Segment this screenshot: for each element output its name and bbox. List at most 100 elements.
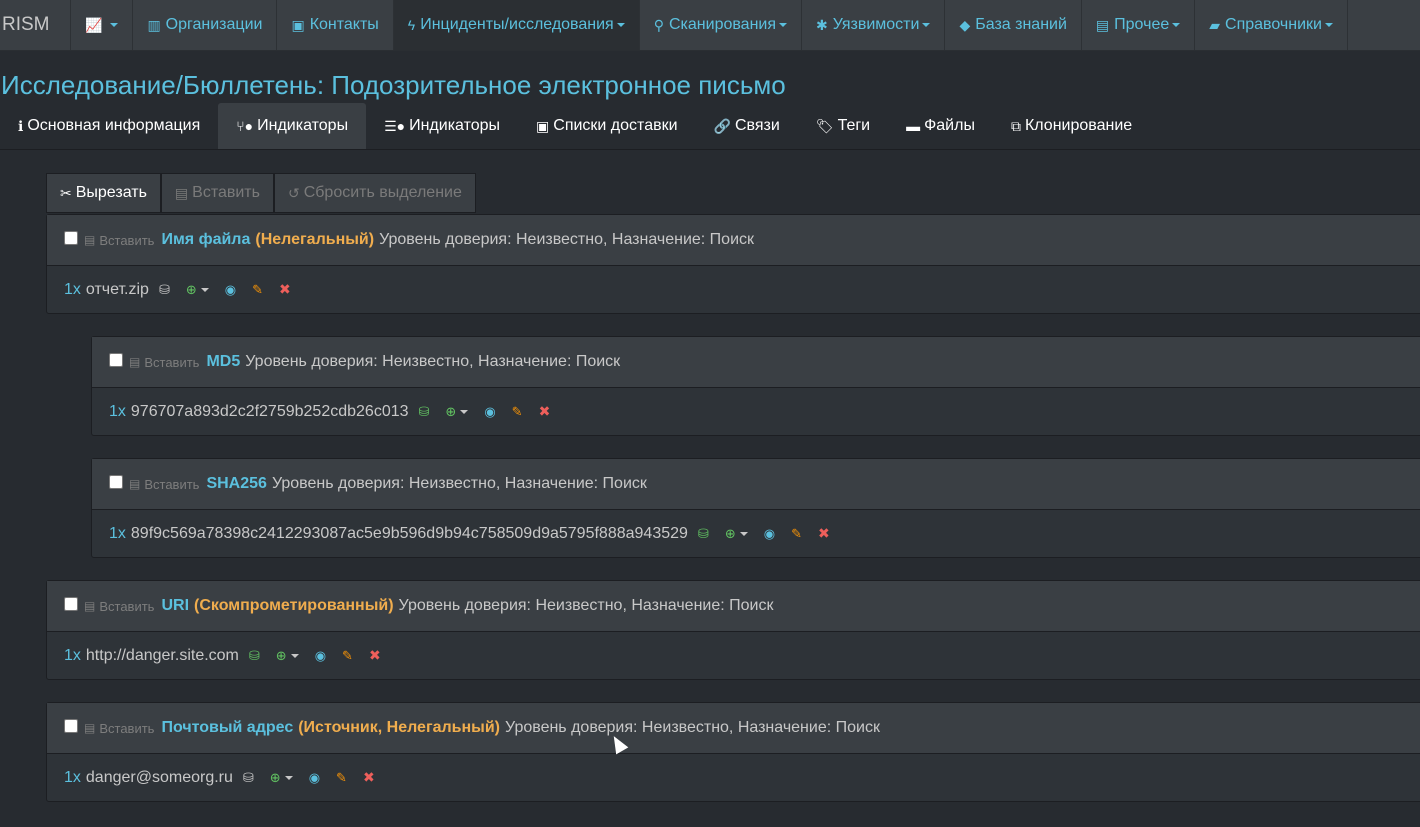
add-dropdown-button[interactable]: ⊕ bbox=[276, 648, 299, 664]
edit-icon[interactable]: ✎ bbox=[336, 770, 347, 786]
chevron-down-icon bbox=[200, 287, 209, 292]
tab-indicators-list[interactable]: ☰● Индикаторы bbox=[366, 103, 518, 149]
select-checkbox[interactable] bbox=[64, 719, 78, 733]
bug-icon: ✱ bbox=[816, 16, 828, 33]
tab-links[interactable]: 🔗 Связи bbox=[696, 103, 798, 149]
indicator-type[interactable]: Имя файла bbox=[161, 231, 250, 249]
edit-icon[interactable]: ✎ bbox=[791, 526, 802, 542]
clone-icon: ⧉ bbox=[1010, 117, 1021, 134]
tab-distribution-lists[interactable]: ▣ Списки доставки bbox=[518, 103, 696, 149]
view-icon[interactable]: ◉ bbox=[484, 404, 495, 420]
paste-link[interactable]: ▤ Вставить bbox=[84, 721, 154, 736]
nav-contacts[interactable]: ▣ Контакты bbox=[277, 0, 394, 50]
indicator-body: 1x http://danger.site.com ⛁ ⊕ ◉ ✎ ✖ bbox=[47, 632, 1420, 679]
view-icon[interactable]: ◉ bbox=[309, 770, 320, 786]
indicator-type[interactable]: SHA256 bbox=[206, 475, 266, 493]
select-checkbox[interactable] bbox=[109, 475, 123, 489]
add-dropdown-button[interactable]: ⊕ bbox=[445, 404, 469, 420]
edit-icon[interactable]: ✎ bbox=[252, 282, 263, 298]
indicator-type[interactable]: MD5 bbox=[206, 353, 240, 371]
add-dropdown-button[interactable]: ⊕ bbox=[186, 282, 209, 298]
indicator-value: 976707a893d2c2f2759b252cdb26c013 bbox=[130, 402, 409, 420]
paste-button[interactable]: ▤ Вставить bbox=[160, 173, 274, 213]
tab-clone[interactable]: ⧉ Клонирование bbox=[993, 103, 1150, 149]
chevron-down-icon bbox=[460, 409, 469, 414]
nav-other[interactable]: ▤ Прочее bbox=[1082, 0, 1196, 50]
view-icon[interactable]: ◉ bbox=[764, 526, 775, 542]
chevron-down-icon bbox=[779, 23, 788, 27]
tab-tags-label: Теги bbox=[837, 117, 871, 134]
nav-scans-label: Сканирования bbox=[668, 16, 777, 33]
delete-icon[interactable]: ✖ bbox=[279, 281, 291, 298]
indicator-count[interactable]: 1x bbox=[64, 281, 81, 299]
view-icon[interactable]: ◉ bbox=[225, 282, 236, 298]
paste-link[interactable]: ▤ Вставить bbox=[84, 599, 154, 614]
database-icon[interactable]: ⛁ bbox=[243, 770, 254, 786]
indicator-header: ▤ Вставить URI (Скомпрометированный) Уров… bbox=[47, 581, 1420, 632]
link-icon: 🔗 bbox=[713, 117, 731, 134]
indicator-count[interactable]: 1x bbox=[109, 525, 126, 543]
nav-incidents[interactable]: ϟ Инциденты/исследования bbox=[393, 0, 640, 50]
reset-selection-button-label: Сбросить выделение bbox=[303, 184, 462, 201]
tab-tags[interactable]: 🏷 Теги bbox=[798, 103, 888, 149]
database-icon[interactable]: ⛁ bbox=[419, 404, 430, 420]
cut-button[interactable]: ✂ Вырезать bbox=[46, 173, 161, 213]
paste-icon: ▤ bbox=[84, 233, 96, 247]
indicator-info: Уровень доверия: Неизвестно, Назначение:… bbox=[505, 719, 880, 736]
select-checkbox[interactable] bbox=[64, 231, 78, 245]
nav-references[interactable]: ▰ Справочники bbox=[1195, 0, 1348, 50]
delete-icon[interactable]: ✖ bbox=[369, 647, 381, 664]
indicator-tags: (Скомпрометированный) bbox=[194, 597, 394, 614]
tab-general-info[interactable]: ℹ Основная информация bbox=[0, 103, 218, 149]
plus-circle-icon: ⊕ bbox=[185, 281, 197, 297]
delete-icon[interactable]: ✖ bbox=[818, 525, 830, 542]
graduation-cap-icon: ◆ bbox=[959, 16, 971, 33]
edit-icon[interactable]: ✎ bbox=[512, 404, 523, 420]
search-icon: ⚲ bbox=[653, 16, 664, 33]
nav-scans[interactable]: ⚲ Сканирования bbox=[640, 0, 803, 50]
indicator-body: 1x 89f9c569a78398c2412293087ac5e9b596d9b… bbox=[92, 510, 1420, 557]
paste-link[interactable]: ▤ Вставить bbox=[84, 233, 154, 248]
tab-files[interactable]: ▬ Файлы bbox=[888, 103, 993, 149]
reset-selection-button[interactable]: ↺ Сбросить выделение bbox=[273, 173, 476, 213]
contact-card-icon: ▣ bbox=[291, 16, 305, 33]
database-icon[interactable]: ⛁ bbox=[159, 282, 170, 298]
tab-indicators-list-label: Индикаторы bbox=[409, 117, 501, 134]
brand-logo[interactable]: RISM bbox=[0, 0, 71, 50]
bolt-icon: ϟ bbox=[407, 17, 416, 33]
add-dropdown-button[interactable]: ⊕ bbox=[725, 526, 748, 542]
indicator-count[interactable]: 1x bbox=[109, 403, 126, 421]
indicator-type[interactable]: Почтовый адрес bbox=[161, 719, 293, 737]
delete-icon[interactable]: ✖ bbox=[363, 769, 375, 786]
nav-dashboards[interactable]: 📈 bbox=[71, 0, 134, 50]
tab-distribution-lists-label: Списки доставки bbox=[553, 117, 678, 134]
address-book-icon: ▣ bbox=[536, 117, 550, 134]
tags-icon: 🏷 bbox=[815, 117, 834, 134]
database-icon[interactable]: ⛁ bbox=[249, 648, 260, 664]
select-checkbox[interactable] bbox=[109, 353, 123, 367]
edit-icon[interactable]: ✎ bbox=[342, 648, 353, 664]
nav-organizations[interactable]: ▥ Организации bbox=[133, 0, 278, 50]
tab-links-label: Связи bbox=[734, 117, 780, 134]
paste-link[interactable]: ▤ Вставить bbox=[129, 477, 199, 492]
tab-indicators-tree[interactable]: ⑂● Индикаторы bbox=[218, 103, 367, 149]
indicator-body: 1x 976707a893d2c2f2759b252cdb26c013 ⛁ ⊕ … bbox=[92, 388, 1420, 435]
tab-general-info-label: Основная информация bbox=[27, 117, 201, 134]
select-checkbox[interactable] bbox=[64, 597, 78, 611]
nav-vulnerabilities[interactable]: ✱ Уязвимости bbox=[802, 0, 946, 50]
add-dropdown-button[interactable]: ⊕ bbox=[270, 770, 293, 786]
archive-icon: ▤ bbox=[1095, 16, 1110, 33]
view-icon[interactable]: ◉ bbox=[315, 648, 326, 664]
delete-icon[interactable]: ✖ bbox=[539, 403, 551, 420]
paste-label: Вставить bbox=[99, 598, 155, 614]
nav-knowledge-base[interactable]: ◆ База знаний bbox=[945, 0, 1082, 50]
indicator-panel-uri: ▤ Вставить URI (Скомпрометированный) Уров… bbox=[46, 580, 1420, 680]
tab-bar: ℹ Основная информация ⑂● Индикаторы ☰● И… bbox=[0, 103, 1420, 150]
scissors-icon: ✂ bbox=[60, 184, 72, 201]
indicator-body: 1x отчет.zip ⛁ ⊕ ◉ ✎ ✖ bbox=[47, 266, 1420, 313]
paste-link[interactable]: ▤ Вставить bbox=[129, 355, 199, 370]
indicator-type[interactable]: URI bbox=[161, 597, 189, 615]
indicator-count[interactable]: 1x bbox=[64, 769, 81, 787]
indicator-count[interactable]: 1x bbox=[64, 647, 81, 665]
database-icon[interactable]: ⛁ bbox=[698, 526, 709, 542]
